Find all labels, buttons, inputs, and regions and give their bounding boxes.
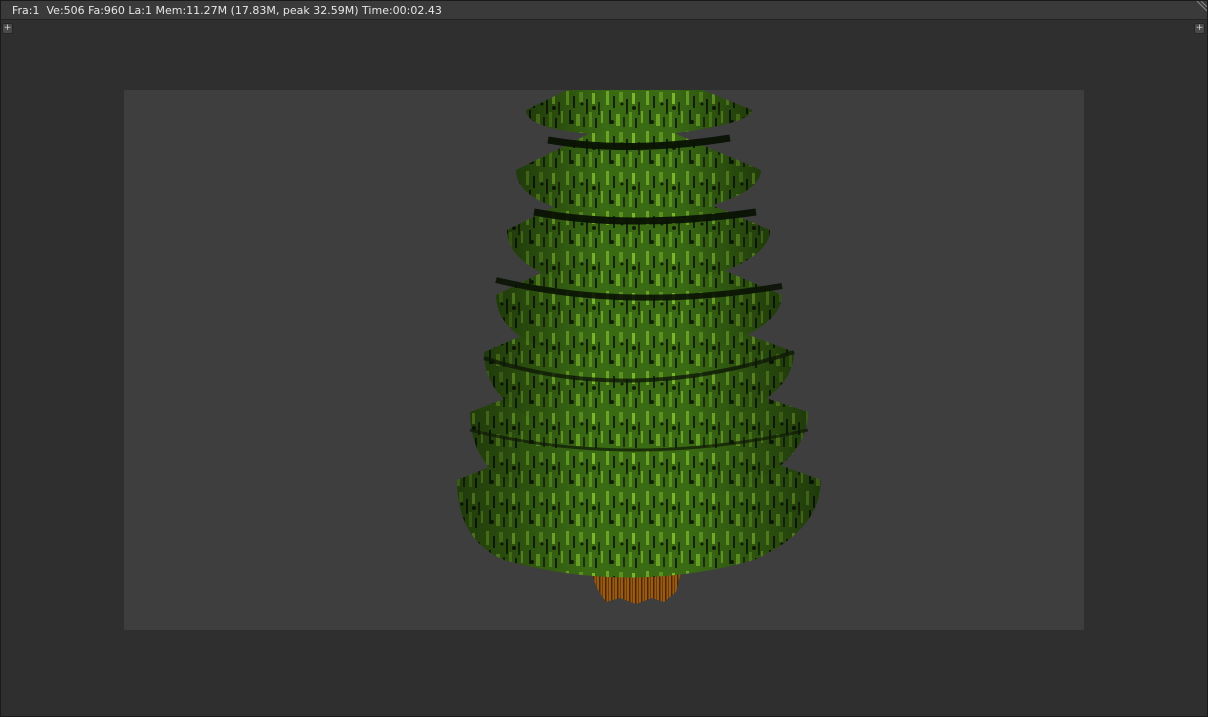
render-status-text: Fra:1 Ve:506 Fa:960 La:1 Mem:11.27M (17.… bbox=[12, 4, 442, 17]
tree-foliage bbox=[457, 90, 821, 578]
time-label: Time:00:02.43 bbox=[362, 4, 442, 17]
lamps-label: La:1 bbox=[128, 4, 152, 17]
corner-resize-icon[interactable] bbox=[1195, 1, 1207, 13]
render-window: Fra:1 Ve:506 Fa:960 La:1 Mem:11.27M (17.… bbox=[0, 0, 1208, 717]
plus-icon: + bbox=[3, 23, 12, 33]
memory-label: Mem:11.27M (17.83M, peak 32.59M) bbox=[155, 4, 359, 17]
area-split-right-button[interactable]: + bbox=[1194, 23, 1205, 34]
faces-label: Fa:960 bbox=[88, 4, 125, 17]
render-header-bar: Fra:1 Ve:506 Fa:960 La:1 Mem:11.27M (17.… bbox=[1, 1, 1207, 20]
pine-tree-render bbox=[457, 90, 821, 604]
render-result-image bbox=[124, 90, 1084, 630]
frame-label: Fra:1 bbox=[12, 4, 40, 17]
vertices-label: Ve:506 bbox=[46, 4, 85, 17]
plus-icon: + bbox=[1195, 23, 1204, 33]
area-split-left-button[interactable]: + bbox=[2, 23, 13, 34]
